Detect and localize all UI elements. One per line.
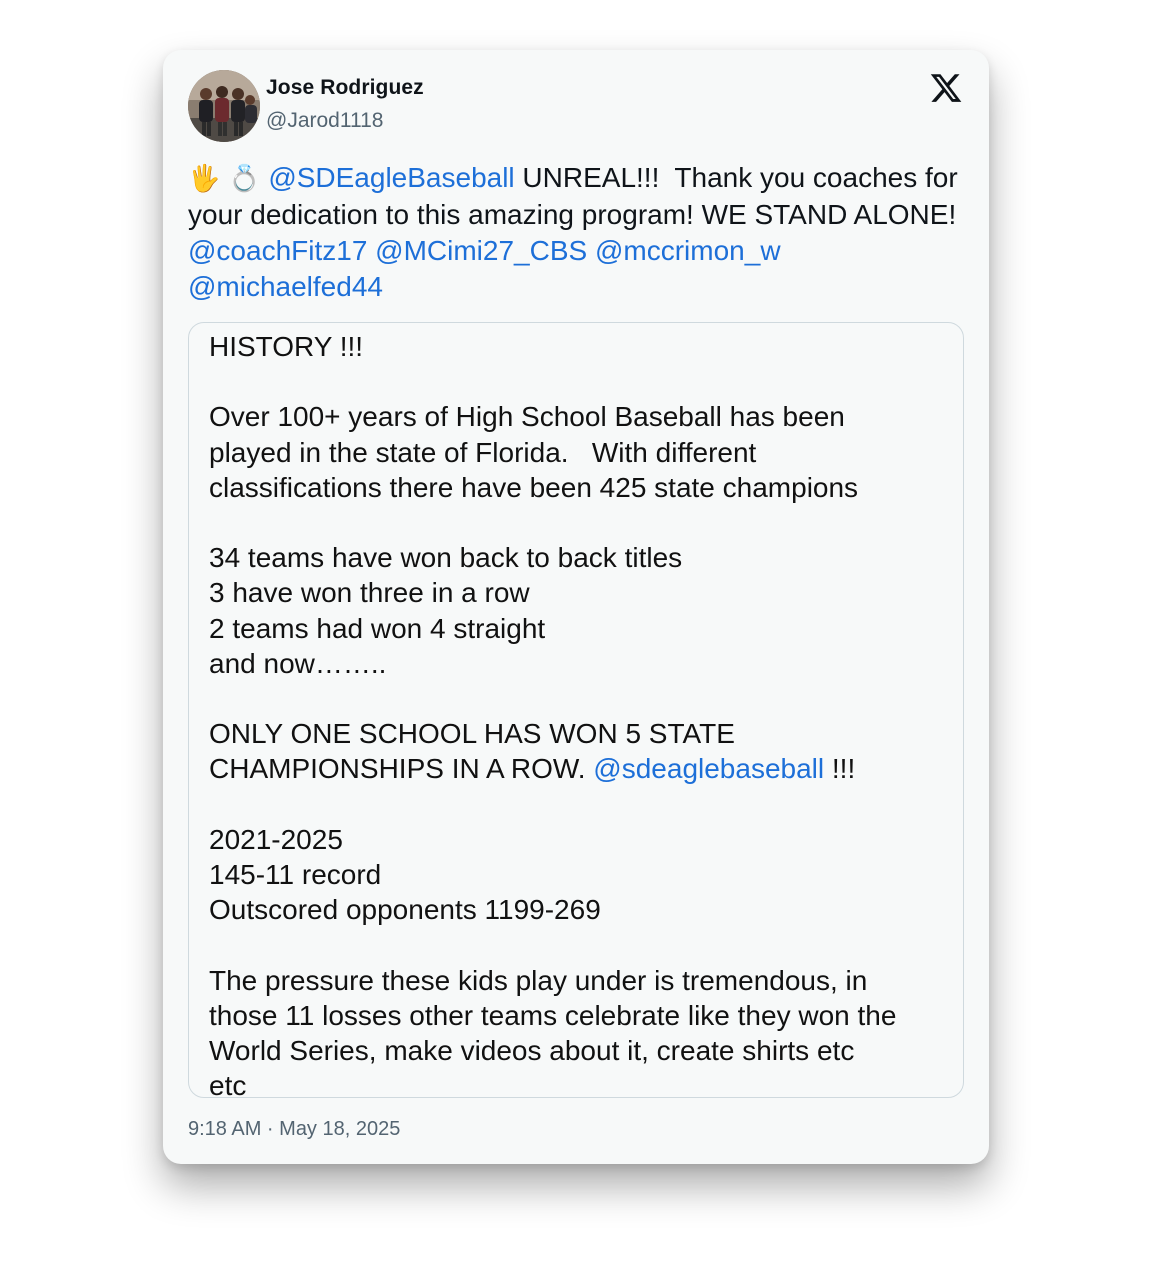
image-text-block: HISTORY !!! Over 100+ years of High Scho…	[209, 329, 954, 1098]
mention-link[interactable]: @SDEagleBaseball	[268, 162, 514, 193]
attached-image[interactable]: HISTORY !!! Over 100+ years of High Scho…	[188, 322, 964, 1098]
image-text-segment: !!!	[824, 753, 856, 785]
image-text-line: Outscored opponents 1199-269	[209, 894, 601, 926]
tweet-text: 🖐 💍 @SDEagleBaseball UNREAL!!! Thank you…	[188, 160, 968, 305]
image-text-line: etc	[209, 1070, 247, 1098]
image-text-line	[209, 505, 954, 540]
image-text-line: and now……..	[209, 647, 387, 679]
image-text-line: Over 100+ years of High School Baseball …	[209, 401, 845, 433]
image-text-segment: CHAMPIONSHIPS IN A ROW.	[209, 753, 594, 785]
raised-hand-emoji: 🖐	[188, 164, 221, 194]
image-text-line: CHAMPIONSHIPS IN A ROW. @sdeaglebaseball…	[209, 751, 954, 786]
author-handle[interactable]: @Jarod1118	[266, 109, 383, 133]
image-text-line	[209, 364, 954, 399]
avatar-photo-icon	[188, 70, 260, 142]
image-text-line	[209, 787, 954, 822]
image-text-line: played in the state of Florida. With dif…	[209, 436, 757, 468]
mention-link[interactable]: @mccrimon_w	[595, 235, 781, 266]
timestamp[interactable]: 9:18 AM · May 18, 2025	[188, 1118, 400, 1141]
mention-link[interactable]: @MCimi27_CBS	[375, 235, 587, 266]
mention-link[interactable]: @michaelfed44	[188, 271, 383, 302]
image-text-line: 34 teams have won back to back titles	[209, 542, 683, 574]
image-text-line: World Series, make videos about it, crea…	[209, 1034, 855, 1066]
image-text-line: HISTORY !!!	[209, 331, 364, 362]
image-text-line: 3 have won three in a row	[209, 577, 530, 609]
tweet-card: Jose Rodriguez @Jarod1118 🖐 💍 @SDEagleBa…	[163, 50, 989, 1164]
mention-link[interactable]: @coachFitz17	[188, 235, 367, 266]
avatar[interactable]	[188, 70, 260, 142]
image-text-line: 145-11 record	[209, 858, 382, 890]
ring-emoji: 💍	[228, 164, 261, 194]
image-text-line: those 11 losses other teams celebrate li…	[209, 999, 897, 1031]
author-name[interactable]: Jose Rodriguez	[266, 76, 424, 100]
image-text-line: 2 teams had won 4 straight	[209, 612, 546, 644]
image-text-line	[209, 681, 954, 716]
x-logo-icon[interactable]	[929, 71, 963, 105]
image-text-line: 2021-2025	[209, 823, 343, 855]
image-text-line: classifications there have been 425 stat…	[209, 471, 859, 503]
image-text-line: ONLY ONE SCHOOL HAS WON 5 STATE	[209, 718, 735, 750]
mention-link[interactable]: @sdeaglebaseball	[593, 753, 824, 784]
image-text-line	[209, 927, 954, 962]
image-text-line: The pressure these kids play under is tr…	[209, 964, 868, 996]
